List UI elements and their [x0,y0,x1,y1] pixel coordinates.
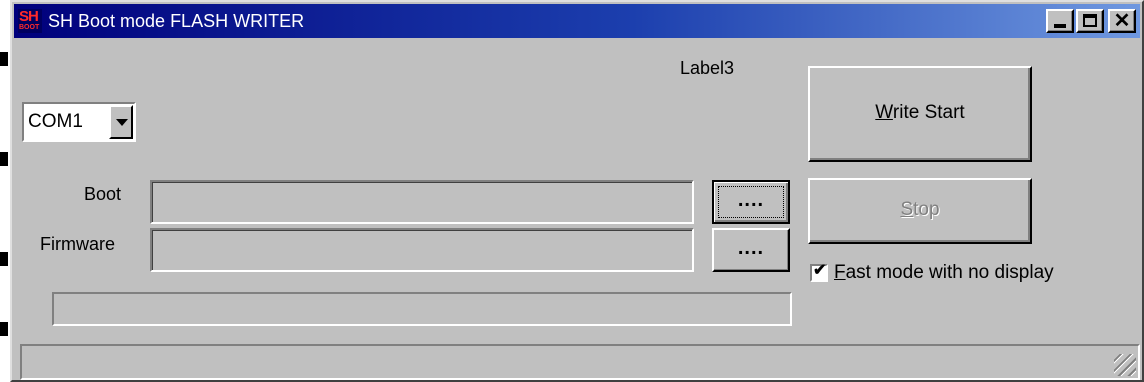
status-label: Label3 [680,58,735,78]
app-icon-boot-text: BOOT [19,24,40,31]
desktop-mark [0,152,8,166]
app-icon[interactable]: SH BOOT [18,8,42,33]
stop-label: top [913,199,940,220]
com-port-value: COM1 [28,111,83,132]
firmware-file-field[interactable] [150,228,694,272]
fast-mode-checkbox[interactable]: ✔ [810,262,828,282]
fast-mode-label[interactable]: Fast mode with no display [834,262,1054,284]
desktop-mark [0,322,8,336]
chevron-down-icon[interactable] [109,105,133,139]
fast-mode-mnemonic: F [834,262,846,283]
stop-mnemonic: S [900,199,914,220]
firmware-browse-button[interactable]: .... [712,228,790,272]
checkmark-icon: ✔ [813,262,827,279]
maximize-button[interactable] [1076,9,1104,33]
app-window: SH BOOT SH Boot mode FLASH WRITER ✕ Labe… [10,0,1144,382]
boot-file-field[interactable] [150,180,694,224]
maximize-icon [1083,14,1097,27]
write-start-mnemonic: W [875,102,893,123]
write-start-button[interactable]: Write Start [808,66,1032,162]
app-icon-sh-text: SH [19,8,39,25]
resize-grip-icon[interactable] [1114,354,1136,376]
firmware-browse-label: .... [737,237,765,259]
desktop-mark [0,252,8,266]
boot-browse-button[interactable]: .... [712,180,790,224]
progress-bar [52,292,792,326]
desktop-edge [0,0,10,382]
minimize-icon [1054,24,1066,28]
focus-rectangle [718,186,784,218]
fast-mode-text: ast mode with no display [845,262,1054,283]
com-port-select[interactable]: COM1 [22,102,136,142]
title-bar[interactable]: SH BOOT SH Boot mode FLASH WRITER ✕ [14,4,1140,38]
boot-label: Boot [84,184,122,204]
window-title: SH Boot mode FLASH WRITER [48,11,305,31]
close-button[interactable]: ✕ [1108,9,1136,33]
minimize-button[interactable] [1046,9,1074,33]
firmware-label: Firmware [40,234,115,254]
write-start-label: rite Start [892,102,965,123]
close-icon: ✕ [1113,10,1131,32]
desktop-mark [0,52,8,66]
stop-button[interactable]: Stop [808,178,1032,244]
status-bar [20,344,1140,380]
